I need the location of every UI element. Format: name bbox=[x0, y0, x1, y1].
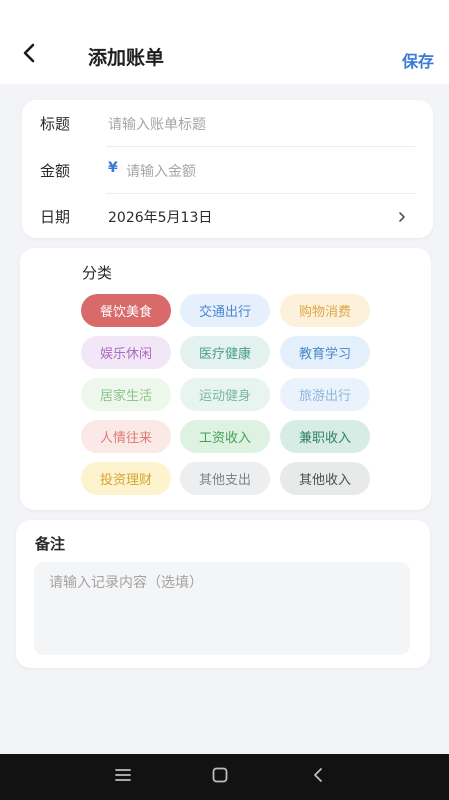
category-chip[interactable]: 其他收入 bbox=[280, 462, 370, 495]
category-chip[interactable]: 餐饮美食 bbox=[81, 294, 171, 327]
back-button[interactable] bbox=[14, 40, 44, 70]
amount-label: 金额 bbox=[40, 162, 71, 180]
category-chip[interactable]: 教育学习 bbox=[280, 336, 370, 369]
bill-form-card: 标题 请输入账单标题 金额 ¥ 请输入金额 日期 2026年5月13日 bbox=[22, 100, 433, 238]
category-chip[interactable]: 兼职收入 bbox=[280, 420, 370, 453]
category-chip[interactable]: 居家生活 bbox=[81, 378, 171, 411]
date-row[interactable]: 日期 2026年5月13日 bbox=[22, 193, 433, 239]
note-title: 备注 bbox=[35, 535, 66, 553]
note-card: 备注 请输入记录内容（选填） bbox=[16, 520, 430, 668]
currency-symbol: ¥ bbox=[108, 160, 118, 176]
category-chip[interactable]: 其他支出 bbox=[180, 462, 270, 495]
date-value[interactable]: 2026年5月13日 bbox=[108, 207, 212, 227]
top-app-bar: 添加账单 保存 bbox=[0, 0, 449, 84]
amount-input[interactable]: 请输入金额 bbox=[126, 161, 196, 181]
title-input[interactable]: 请输入账单标题 bbox=[108, 114, 206, 134]
title-label: 标题 bbox=[40, 115, 71, 133]
category-chip[interactable]: 旅游出行 bbox=[280, 378, 370, 411]
category-card: 分类 餐饮美食 交通出行 购物消费娱乐休闲 医疗健康 教育学习居家生活 运动健身 旅游出行人… bbox=[20, 248, 431, 510]
nav-menu-button[interactable] bbox=[110, 764, 136, 790]
save-button[interactable]: 保存 bbox=[402, 48, 434, 72]
triangle-back-icon bbox=[310, 766, 326, 788]
note-placeholder: 请输入记录内容（选填） bbox=[49, 575, 203, 591]
category-chip[interactable]: 投资理财 bbox=[81, 462, 171, 495]
category-chip[interactable]: 娱乐休闲 bbox=[81, 336, 171, 369]
date-label: 日期 bbox=[40, 208, 71, 226]
category-title: 分类 bbox=[82, 264, 113, 282]
category-chip[interactable]: 工资收入 bbox=[180, 420, 270, 453]
nav-back-button[interactable] bbox=[305, 764, 331, 790]
system-nav-bar bbox=[0, 754, 449, 800]
category-chip[interactable]: 购物消费 bbox=[280, 294, 370, 327]
category-chip[interactable]: 人情往来 bbox=[81, 420, 171, 453]
amount-row[interactable]: 金额 ¥ 请输入金额 bbox=[22, 147, 433, 193]
category-chip[interactable]: 运动健身 bbox=[180, 378, 270, 411]
note-textarea[interactable]: 请输入记录内容（选填） bbox=[34, 562, 410, 655]
menu-icon bbox=[114, 767, 132, 787]
nav-home-button[interactable] bbox=[207, 764, 233, 790]
chevron-left-icon bbox=[20, 42, 38, 68]
title-row[interactable]: 标题 请输入账单标题 bbox=[22, 100, 433, 146]
square-icon bbox=[211, 766, 229, 788]
page-title: 添加账单 bbox=[88, 47, 165, 69]
chevron-right-icon bbox=[395, 209, 409, 223]
category-chip[interactable]: 医疗健康 bbox=[180, 336, 270, 369]
category-chip[interactable]: 交通出行 bbox=[180, 294, 270, 327]
